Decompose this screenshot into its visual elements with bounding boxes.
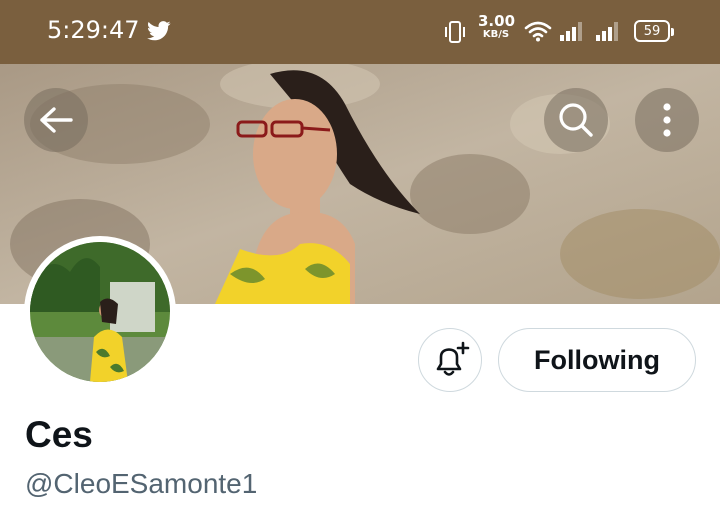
- arrow-left-icon: [40, 107, 73, 133]
- bell-plus-icon: [436, 341, 470, 376]
- profile-display-name: Ces: [25, 414, 93, 455]
- network-speed-unit: KB/S: [482, 29, 510, 40]
- vibrate-icon: [445, 21, 465, 43]
- following-button[interactable]: Following: [498, 328, 696, 392]
- search-icon: [559, 103, 593, 137]
- twitter-icon: [147, 21, 171, 41]
- signal-icon: [560, 22, 582, 41]
- more-vertical-icon: [663, 103, 671, 137]
- status-bar: 5:29:47 3.00 KB/S 59: [0, 0, 720, 64]
- more-options-button[interactable]: [635, 88, 699, 152]
- wifi-icon: [524, 21, 552, 42]
- notifications-button[interactable]: [418, 328, 482, 392]
- network-speed-value: 3.00: [478, 12, 516, 30]
- signal-icon: [596, 22, 618, 41]
- network-speed: 3.00 KB/S: [478, 12, 516, 40]
- status-time: 5:29:47: [47, 16, 140, 44]
- profile-handle: @CleoESamonte1: [25, 468, 258, 499]
- back-button[interactable]: [24, 88, 88, 152]
- search-button[interactable]: [544, 88, 608, 152]
- avatar-image: [30, 242, 170, 382]
- avatar[interactable]: [24, 236, 176, 388]
- battery-icon: 59: [634, 20, 674, 42]
